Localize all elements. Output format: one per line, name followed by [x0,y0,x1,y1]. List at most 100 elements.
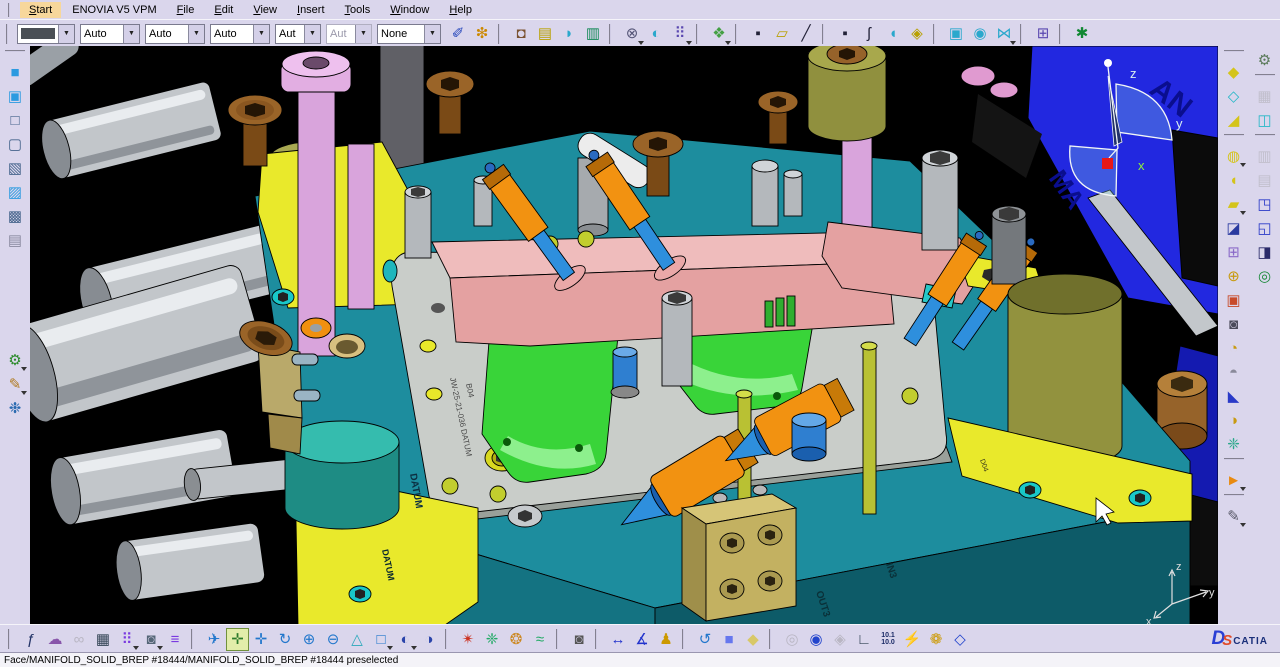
toolbar-grip[interactable] [6,23,13,44]
thick-surface-icon[interactable]: ◑ [1222,408,1246,432]
turntable-icon[interactable]: ↺ [693,627,717,651]
feature-shaft-icon[interactable]: ◢ [1222,108,1246,132]
toolbar-grip[interactable] [1254,134,1275,141]
enovia-sync-icon[interactable]: ◎ [780,627,804,651]
point-by-clicking-icon[interactable]: ▪ [833,22,857,46]
shading-layers-icon[interactable]: ▤ [533,22,557,46]
dropdown-arrow-icon[interactable]: ▼ [58,24,74,43]
normal-view-icon[interactable]: △ [345,627,369,651]
apply-material-icon[interactable]: ▤ [3,228,27,252]
toolbar-grip[interactable] [933,23,940,44]
axis-triad-icon[interactable]: ∟ [852,627,876,651]
knowledge-formula-icon[interactable]: ƒ [19,627,43,651]
sketcher-icon[interactable]: ✎ [1222,504,1246,528]
database-icon[interactable]: ◎ [1253,264,1277,288]
page-box-icon[interactable]: ◱ [1253,216,1277,240]
feature-draft-icon[interactable]: ▰ [1222,192,1246,216]
menu-grip[interactable] [8,2,14,17]
axis-system-icon[interactable]: ⊕ [1222,264,1246,288]
toolbar-grip[interactable] [696,23,703,44]
group-box-icon[interactable]: ▥ [1253,144,1277,168]
team-review-icon[interactable]: ◨ [1253,240,1277,264]
graphic-wizard-icon[interactable]: ❇ [470,22,494,46]
link-icon[interactable]: ∞ [67,627,91,651]
pattern-grid-icon[interactable]: ⠿ [668,22,692,46]
cache-mode-icon[interactable]: ◈ [828,627,852,651]
fly-mode-icon[interactable]: ✈ [202,627,226,651]
wireframe-mode-icon[interactable]: □ [3,108,27,132]
toolbar-grip[interactable] [1020,23,1027,44]
point-symbol-combo[interactable]: Auto ▼ [210,23,270,44]
split-solid-icon[interactable]: ◣ [1222,384,1246,408]
menu-view[interactable]: View [244,2,286,18]
eraser-icon[interactable]: ◇ [948,627,972,651]
toolbar-grip[interactable] [1223,50,1244,57]
surface-view-icon[interactable]: ◗ [557,22,581,46]
menu-start[interactable]: Start [20,1,62,18]
pan-icon[interactable]: ✛ [249,627,273,651]
grid-pick-icon[interactable]: ⊞ [1031,22,1055,46]
toolbar-grip[interactable] [1223,494,1244,501]
shading-mode-icon[interactable]: ■ [3,60,27,84]
scaling-icon[interactable]: ❖ [707,22,731,46]
surface-window-icon[interactable]: ◫ [1253,108,1277,132]
boolean-remove-icon[interactable]: ▣ [1222,288,1246,312]
painter-icon[interactable]: ✐ [446,22,470,46]
flash-select-icon[interactable]: ⚡ [900,627,924,651]
shading-transparent-icon[interactable]: ▨ [3,180,27,204]
dynamic-hidden-line-icon[interactable]: ▧ [3,156,27,180]
fre-sketch-analysis-icon[interactable]: ✎ [3,372,27,396]
tap-analysis-icon[interactable]: ❂ [504,627,528,651]
comment-bubble-icon[interactable]: ☁ [43,627,67,651]
frame-tools-icon[interactable]: ▦ [1253,84,1277,108]
toolbar-grip[interactable] [735,23,742,44]
toolbar-grip[interactable] [1223,134,1244,141]
menu-tools[interactable]: Tools [336,2,380,18]
toolbar-grip[interactable] [1223,458,1244,465]
lock-icon[interactable]: ◙ [139,627,163,651]
line-icon[interactable]: ╱ [794,22,818,46]
dress-up-chamfer-icon[interactable]: ◖ [1222,168,1246,192]
mesh-tools-icon[interactable]: ❉ [3,396,27,420]
measure-between-icon[interactable]: ↔ [606,627,630,651]
join-surfaces-icon[interactable]: ⋈ [992,22,1016,46]
multiple-extract-icon[interactable]: ◉ [968,22,992,46]
rendering-style-combo[interactable]: Aut ▼ [326,23,372,44]
menu-help[interactable]: Help [440,2,481,18]
graphic-color-combo[interactable]: ▼ [17,23,75,44]
dropdown-arrow-icon[interactable]: ▼ [424,24,440,43]
line-weight-combo[interactable]: Auto ▼ [80,23,140,44]
spline-icon[interactable]: ʃ [857,22,881,46]
line-type-combo[interactable]: Auto ▼ [145,23,205,44]
dimension-tolerance-icon[interactable]: 10.1 10.0 [876,627,900,651]
feature-pad-icon[interactable]: ◆ [1222,60,1246,84]
3d-model-canvas[interactable]: AN MA DATUM JW-25-21-036 DATUM B04 DATUM… [30,46,1218,625]
draft-analysis-icon[interactable]: ✴ [456,627,480,651]
toolbar-grip[interactable] [498,23,505,44]
toolbar-grip[interactable] [191,629,198,649]
toolbar-grip[interactable] [609,23,616,44]
fit-all-in-icon[interactable]: ✛ [226,627,249,651]
sew-surface-icon[interactable]: ◔ [1222,336,1246,360]
dropdown-arrow-icon[interactable]: ▼ [355,24,371,43]
search-icon[interactable]: ❁ [924,627,948,651]
product-structure-icon[interactable]: ⠿ [115,627,139,651]
measure-item-icon[interactable]: ∡ [630,627,654,651]
toolbar-grip[interactable] [769,629,776,649]
symmetry-icon[interactable]: ◐ [644,22,668,46]
zoom-out-icon[interactable]: ⊖ [321,627,345,651]
global-transparency-combo[interactable]: Aut ▼ [275,23,321,44]
toolbar-grip[interactable] [1059,23,1066,44]
menu-insert[interactable]: Insert [288,2,334,18]
close-surface-icon[interactable]: ◓ [1222,360,1246,384]
menu-enovia-v5-vpm[interactable]: ENOVIA V5 VPM [63,2,165,18]
dropdown-arrow-icon[interactable]: ▼ [188,24,204,43]
toolbar-grip[interactable] [5,50,25,57]
select-arrow-icon[interactable]: ► [1222,468,1246,492]
capture-box-icon[interactable]: ◙ [1222,312,1246,336]
feature-thickness-icon[interactable]: ◪ [1222,216,1246,240]
dropdown-arrow-icon[interactable]: ▼ [123,24,139,43]
settings-gear-icon[interactable]: ⚙ [1253,48,1277,72]
3d-viewport[interactable]: AN MA DATUM JW-25-21-036 DATUM B04 DATUM… [30,46,1218,625]
toolbar-grip[interactable] [556,629,563,649]
